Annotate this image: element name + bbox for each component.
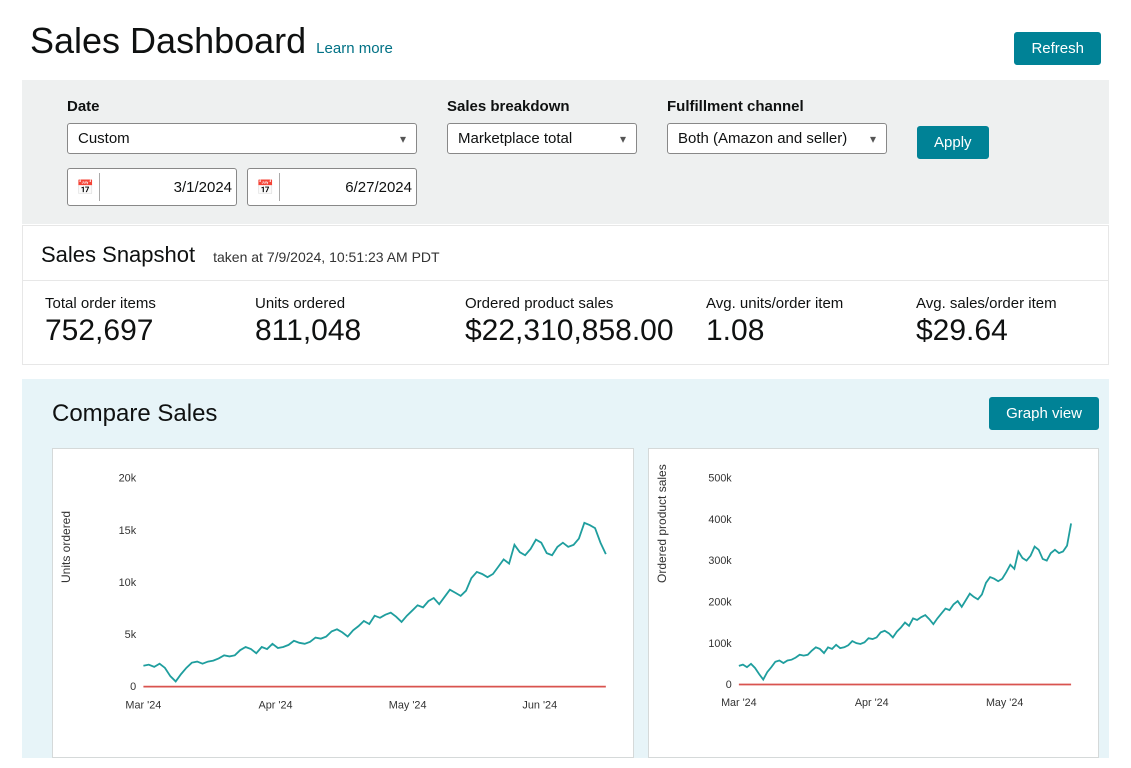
calendar-icon: 📅: [72, 173, 100, 201]
metric-label: Units ordered: [255, 295, 425, 312]
svg-text:Apr '24: Apr '24: [855, 697, 889, 709]
date-range-select[interactable]: Custom ▾: [67, 123, 417, 154]
snapshot-title: Sales Snapshot: [41, 242, 195, 268]
page-title: Sales Dashboard: [30, 20, 306, 62]
svg-text:400k: 400k: [708, 514, 732, 526]
metric-label: Ordered product sales: [465, 295, 666, 312]
date-range-value: Custom: [78, 130, 130, 147]
channel-label: Fulfillment channel: [667, 98, 887, 115]
metric-label: Avg. units/order item: [706, 295, 876, 312]
metric: Avg. units/order item 1.08: [706, 295, 876, 348]
svg-text:Apr '24: Apr '24: [258, 699, 292, 711]
svg-text:0: 0: [726, 679, 732, 691]
graph-view-button[interactable]: Graph view: [989, 397, 1099, 430]
filters-panel: Date Custom ▾ 📅 3/1/2024 📅 6/27/2024 Sal…: [22, 80, 1109, 224]
metric: Ordered product sales $22,310,858.00: [465, 295, 666, 348]
apply-button[interactable]: Apply: [917, 126, 989, 159]
chart-plot: 0 5k 10k 15k 20k Mar '24 Apr '24 May '24 Jun '24: [89, 469, 615, 719]
metric-value: $29.64: [916, 314, 1086, 348]
compare-title: Compare Sales: [52, 400, 217, 428]
svg-text:May '24: May '24: [389, 699, 427, 711]
channel-select[interactable]: Both (Amazon and seller) ▾: [667, 123, 887, 154]
chevron-down-icon: ▾: [400, 132, 406, 146]
svg-text:10k: 10k: [119, 577, 137, 589]
metric-label: Avg. sales/order item: [916, 295, 1086, 312]
chart-ylabel: Ordered product sales: [655, 464, 669, 583]
svg-text:300k: 300k: [708, 555, 732, 567]
svg-text:100k: 100k: [708, 638, 732, 650]
date-to-input[interactable]: 📅 6/27/2024: [247, 168, 417, 206]
metric-value: 752,697: [45, 314, 215, 348]
chart-ylabel: Units ordered: [59, 511, 73, 583]
svg-text:Mar '24: Mar '24: [721, 697, 757, 709]
svg-text:0: 0: [130, 681, 136, 693]
metric-value: 811,048: [255, 314, 425, 348]
svg-text:20k: 20k: [119, 473, 137, 485]
metric-value: 1.08: [706, 314, 876, 348]
svg-text:500k: 500k: [708, 473, 732, 485]
calendar-icon: 📅: [252, 173, 280, 201]
learn-more-link[interactable]: Learn more: [316, 40, 393, 57]
svg-text:5k: 5k: [125, 629, 137, 641]
date-label: Date: [67, 98, 417, 115]
date-to-value: 6/27/2024: [345, 179, 412, 196]
chevron-down-icon: ▾: [870, 132, 876, 146]
chevron-down-icon: ▾: [620, 132, 626, 146]
metric: Avg. sales/order item $29.64: [916, 295, 1086, 348]
breakdown-label: Sales breakdown: [447, 98, 637, 115]
snapshot-timestamp: taken at 7/9/2024, 10:51:23 AM PDT: [213, 249, 439, 265]
chart-plot: 0 100k 200k 300k 400k 500k Mar '24 Apr '24 May '…: [685, 469, 1080, 716]
chart-panel: Units ordered 0 5k 10k 15k 20k Mar '24 Apr '24 M…: [52, 448, 634, 758]
refresh-button[interactable]: Refresh: [1014, 32, 1101, 65]
svg-text:Jun '24: Jun '24: [522, 699, 557, 711]
channel-value: Both (Amazon and seller): [678, 130, 847, 147]
svg-text:May '24: May '24: [986, 697, 1023, 709]
metric-value: $22,310,858.00: [465, 314, 666, 348]
svg-text:200k: 200k: [708, 596, 732, 608]
breakdown-value: Marketplace total: [458, 130, 572, 147]
metric-label: Total order items: [45, 295, 215, 312]
svg-text:Mar '24: Mar '24: [125, 699, 161, 711]
compare-sales-panel: Compare Sales Graph view Units ordered 0 5…: [22, 379, 1109, 758]
date-from-input[interactable]: 📅 3/1/2024: [67, 168, 237, 206]
chart-panel: Ordered product sales 0 100k 200k 300k 400k 50…: [648, 448, 1099, 758]
metric: Total order items 752,697: [45, 295, 215, 348]
svg-text:15k: 15k: [119, 525, 137, 537]
date-from-value: 3/1/2024: [174, 179, 232, 196]
breakdown-select[interactable]: Marketplace total ▾: [447, 123, 637, 154]
sales-snapshot-panel: Sales Snapshot taken at 7/9/2024, 10:51:…: [22, 225, 1109, 365]
metric: Units ordered 811,048: [255, 295, 425, 348]
